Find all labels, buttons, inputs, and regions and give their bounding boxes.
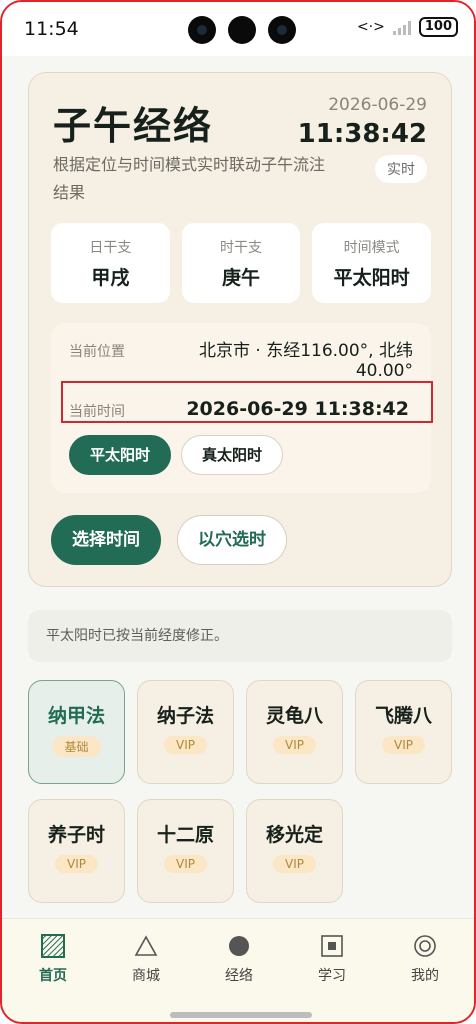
pillar-day: 日干支 甲戌 (51, 223, 170, 303)
vip-tag: VIP (382, 736, 425, 754)
vip-tag: VIP (164, 855, 207, 873)
camera-dot-icon (228, 16, 256, 44)
vip-tag: VIP (273, 736, 316, 754)
method-card-nazi[interactable]: 纳子法 VIP (137, 680, 234, 784)
mode-mean-solar-button[interactable]: 平太阳时 (69, 435, 172, 475)
method-name: 灵龟八 (265, 705, 323, 727)
triangle-icon (111, 933, 181, 959)
current-time-label: 当前时间 (69, 404, 125, 420)
page-title: 子午经络 (53, 104, 214, 148)
realtime-badge[interactable]: 实时 (375, 155, 427, 183)
signal-icon (392, 19, 411, 35)
current-clock: 11:38:42 (297, 119, 427, 149)
location-time-panel: 当前位置 北京市 · 东经116.00°, 北纬40.00° 当前时间 2026… (51, 323, 433, 493)
status-time: 11:54 (24, 18, 79, 40)
nav-label: 经络 (225, 968, 253, 984)
action-row: 选择时间 以穴选时 (51, 515, 287, 565)
home-indicator[interactable] (170, 1012, 312, 1018)
time-mode-toggle: 平太阳时 真太阳时 (69, 435, 284, 475)
location-label: 当前位置 (69, 344, 125, 360)
nav-label: 首页 (39, 968, 67, 984)
pillar-label: 时干支 (220, 240, 262, 256)
pillar-label: 日干支 (89, 240, 132, 256)
bottom-nav: 首页 商城 经络 学习 我的 (2, 918, 474, 1022)
method-card-yiguang[interactable]: 移光定 VIP (246, 799, 343, 903)
method-name: 纳甲法 (47, 705, 105, 727)
nav-label: 我的 (411, 968, 439, 984)
main-card: 子午经络 2026-06-29 11:38:42 根据定位与时间模式实时联动子午… (28, 72, 452, 587)
method-name: 飞腾八 (374, 705, 432, 727)
camera-lens-icon (268, 16, 296, 44)
method-tag: 基础 (52, 736, 101, 757)
method-card-shieryuan[interactable]: 十二原 VIP (137, 799, 234, 903)
method-card-feiteng[interactable]: 飞腾八 VIP (355, 680, 452, 784)
select-by-acupoint-button[interactable]: 以穴选时 (177, 515, 287, 565)
select-time-button[interactable]: 选择时间 (51, 515, 161, 565)
page-description: 根据定位与时间模式实时联动子午流注结果 (53, 155, 326, 202)
camera-lens-icon (188, 16, 216, 44)
method-card-linggui[interactable]: 灵龟八 VIP (246, 680, 343, 784)
pillar-row: 日干支 甲戌 时干支 庚午 时间模式 平太阳时 (51, 223, 432, 303)
method-card-yangzi[interactable]: 养子时 VIP (28, 799, 125, 903)
mode-true-solar-button[interactable]: 真太阳时 (181, 435, 284, 475)
method-card-najia[interactable]: 纳甲法 基础 (28, 680, 125, 784)
current-time-value: 2026-06-29 11:38:42 (186, 398, 409, 420)
pillar-value: 平太阳时 (333, 267, 410, 289)
method-name: 纳子法 (156, 705, 214, 727)
pillar-value: 甲戌 (91, 267, 130, 289)
nav-home[interactable]: 首页 (18, 933, 88, 985)
data-transfer-icon: <·> (356, 19, 385, 35)
nav-mall[interactable]: 商城 (111, 933, 181, 985)
nav-label: 学习 (318, 968, 346, 984)
nav-label: 商城 (132, 968, 160, 984)
pillar-label: 时间模式 (343, 240, 400, 256)
pillar-value: 庚午 (222, 267, 261, 289)
pillar-time-mode: 时间模式 平太阳时 (312, 223, 432, 303)
nav-mine[interactable]: 我的 (390, 933, 460, 985)
method-name: 移光定 (265, 824, 323, 846)
method-name: 养子时 (47, 824, 105, 846)
square-in-square-icon (297, 933, 367, 959)
camera-cutout (188, 16, 296, 44)
battery-icon: 100 (418, 17, 458, 37)
pillar-hour: 时干支 庚午 (181, 223, 301, 303)
nav-meridian[interactable]: 经络 (204, 933, 274, 985)
nav-learn[interactable]: 学习 (297, 933, 367, 985)
method-name: 十二原 (156, 824, 214, 846)
status-bar: 11:54 <·> 100 (2, 2, 474, 56)
vip-tag: VIP (55, 855, 98, 873)
location-value: 北京市 · 东经116.00°, 北纬40.00° (198, 341, 413, 381)
target-circle-icon (390, 933, 460, 959)
phone-frame: 11:54 <·> 100 子午经络 2026-06-29 11:38:42 根… (0, 0, 476, 1024)
vip-tag: VIP (164, 736, 207, 754)
vip-tag: VIP (273, 855, 316, 873)
status-icons: <·> 100 (357, 17, 458, 37)
correction-notice: 平太阳时已按当前经度修正。 (28, 610, 452, 662)
home-hatched-square-icon (18, 933, 88, 959)
filled-circle-icon (204, 933, 274, 959)
current-date: 2026-06-29 (328, 95, 427, 115)
